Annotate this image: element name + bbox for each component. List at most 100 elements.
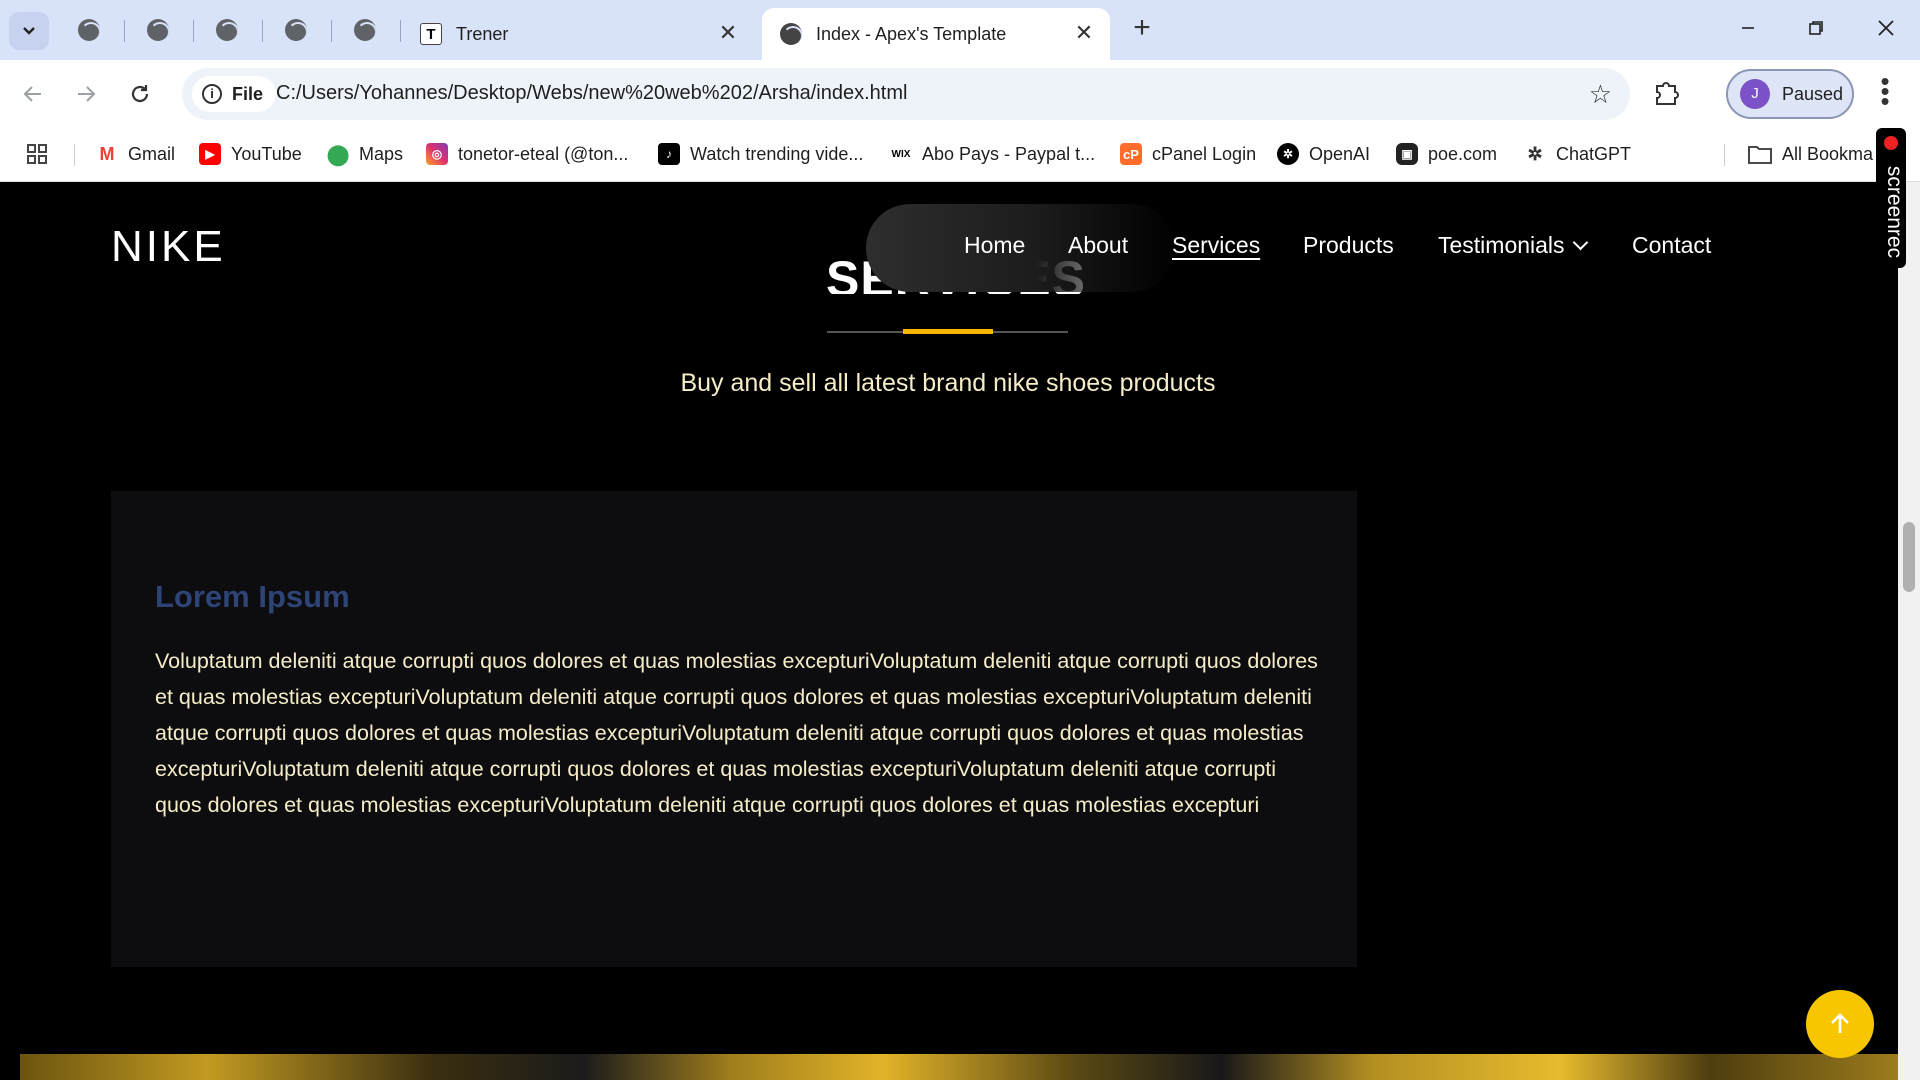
browser-toolbar: i File C:/Users/Yohannes/Desktop/Webs/ne… <box>0 60 1920 128</box>
folder-icon <box>1748 146 1772 164</box>
extensions-button[interactable] <box>1652 77 1682 107</box>
bookmark-cpanel[interactable]: cP cPanel Login <box>1120 139 1256 169</box>
globe-favicon-icon <box>780 23 802 45</box>
kebab-menu-icon[interactable]: • • • <box>1875 68 1895 114</box>
page-scrollbar[interactable] <box>1898 182 1920 1080</box>
tab-search-button[interactable] <box>9 12 49 50</box>
tab-separator <box>124 20 125 42</box>
chevron-down-icon <box>23 27 35 35</box>
pinned-tab-1[interactable] <box>72 14 106 46</box>
wix-icon: WIX <box>890 143 912 165</box>
reload-icon <box>131 85 149 103</box>
bookmark-label: tonetor-eteal (@ton... <box>458 143 629 164</box>
openai-icon: ✲ <box>1277 143 1299 165</box>
service-card-title: Lorem Ipsum <box>155 579 350 614</box>
minimize-icon <box>1742 27 1754 29</box>
bookmark-separator <box>1724 144 1725 166</box>
address-bar[interactable]: i File C:/Users/Yohannes/Desktop/Webs/ne… <box>182 68 1630 120</box>
bookmark-separator <box>74 144 75 166</box>
site-info-chip[interactable]: i File <box>192 76 276 112</box>
nav-about[interactable]: About <box>1068 232 1128 259</box>
section-subtitle: Buy and sell all latest brand nike shoes… <box>680 369 1216 397</box>
pinned-tab-4[interactable] <box>279 14 313 46</box>
profile-button[interactable]: J Paused <box>1726 69 1854 119</box>
bookmark-chatgpt[interactable]: ✲ ChatGPT <box>1524 139 1631 169</box>
new-tab-button[interactable]: + <box>1126 13 1158 45</box>
pinned-tab-5[interactable] <box>348 14 382 46</box>
youtube-icon: ▶ <box>199 143 221 165</box>
bookmark-abo-pays[interactable]: WIX Abo Pays - Paypal t... <box>890 139 1095 169</box>
puzzle-icon <box>1656 82 1679 105</box>
arrow-left-icon <box>23 86 41 102</box>
bookmark-youtube[interactable]: ▶ YouTube <box>199 139 302 169</box>
restore-icon <box>1809 21 1823 35</box>
nav-testimonials-label: Testimonials <box>1438 232 1565 258</box>
tab-separator <box>262 20 263 42</box>
bookmark-poe[interactable]: ▣ poe.com <box>1396 139 1497 169</box>
tab-separator <box>331 20 332 42</box>
apps-button[interactable] <box>26 139 48 169</box>
webpage-viewport: NIKE SERVICES Home About Services Produc… <box>0 182 1898 1080</box>
arrow-up-icon <box>1831 1013 1849 1033</box>
bookmark-star-icon[interactable]: ☆ <box>1589 79 1612 110</box>
record-indicator-icon <box>1884 136 1898 150</box>
nav-home[interactable]: Home <box>964 232 1025 259</box>
pinned-tab-2[interactable] <box>141 14 175 46</box>
globe-icon <box>354 19 376 41</box>
nav-products[interactable]: Products <box>1303 232 1394 259</box>
bookmark-label: cPanel Login <box>1152 143 1257 164</box>
bookmark-gmail[interactable]: M Gmail <box>96 139 175 169</box>
reload-button[interactable] <box>118 72 162 116</box>
close-icon <box>1878 20 1894 36</box>
site-logo[interactable]: NIKE <box>111 222 226 272</box>
bookmark-label: ChatGPT <box>1556 143 1632 164</box>
trener-favicon-icon: T <box>420 23 442 45</box>
nav-contact[interactable]: Contact <box>1632 232 1711 259</box>
profile-status: Paused <box>1782 83 1844 104</box>
chevron-down-icon <box>1572 234 1588 251</box>
tab-separator <box>193 20 194 42</box>
gmail-icon: M <box>96 143 118 165</box>
pinned-tab-3[interactable] <box>210 14 244 46</box>
globe-icon <box>216 19 238 41</box>
minimize-button[interactable] <box>1728 12 1768 48</box>
bookmarks-bar: M Gmail ▶ YouTube ⬤ Maps ◎ tonetor-eteal… <box>0 128 1920 182</box>
tab-trener[interactable]: T Trener ✕ <box>402 8 754 60</box>
url-text[interactable]: C:/Users/Yohannes/Desktop/Webs/new%20web… <box>276 82 907 105</box>
globe-icon <box>285 19 307 41</box>
section-divider-accent <box>903 329 993 334</box>
forward-button[interactable] <box>64 72 108 116</box>
bookmark-instagram[interactable]: ◎ tonetor-eteal (@ton... <box>426 139 628 169</box>
restore-button[interactable] <box>1796 12 1836 48</box>
tab-index-active[interactable]: Index - Apex's Template ✕ <box>762 8 1110 60</box>
back-button[interactable] <box>11 72 55 116</box>
nav-services[interactable]: Services <box>1172 232 1260 259</box>
tab-strip: T Trener ✕ Index - Apex's Template ✕ + <box>0 0 1920 60</box>
poe-icon: ▣ <box>1396 143 1418 165</box>
site-info-label: File <box>232 83 264 104</box>
instagram-icon: ◎ <box>426 143 448 165</box>
bookmark-label: OpenAI <box>1309 143 1371 164</box>
bookmark-label: YouTube <box>231 143 302 164</box>
close-window-button[interactable] <box>1866 12 1906 48</box>
service-card-body: Voluptatum deleniti atque corrupti quos … <box>155 649 1318 817</box>
avatar: J <box>1740 79 1770 109</box>
screenrec-widget[interactable]: screenrec <box>1876 128 1906 268</box>
info-icon: i <box>202 84 222 104</box>
globe-icon <box>780 23 802 45</box>
back-to-top-button[interactable] <box>1806 990 1874 1058</box>
close-icon[interactable]: ✕ <box>1072 22 1096 46</box>
close-icon[interactable]: ✕ <box>716 22 740 46</box>
service-card: Lorem Ipsum Voluptatum deleniti atque co… <box>111 491 1357 967</box>
all-bookmarks-label: All Bookma <box>1782 143 1874 164</box>
bookmark-label: poe.com <box>1428 143 1498 164</box>
scrollbar-thumb[interactable] <box>1903 522 1915 592</box>
bookmark-label: Watch trending vide... <box>690 143 864 164</box>
bookmark-tiktok[interactable]: ♪ Watch trending vide... <box>658 139 863 169</box>
nav-testimonials-dropdown[interactable]: Testimonials <box>1438 232 1588 259</box>
all-bookmarks-button[interactable]: All Bookma <box>1748 139 1873 169</box>
bookmark-maps[interactable]: ⬤ Maps <box>327 139 403 169</box>
tiktok-icon: ♪ <box>658 143 680 165</box>
apps-grid-icon <box>27 144 47 164</box>
bookmark-openai[interactable]: ✲ OpenAI <box>1277 139 1370 169</box>
